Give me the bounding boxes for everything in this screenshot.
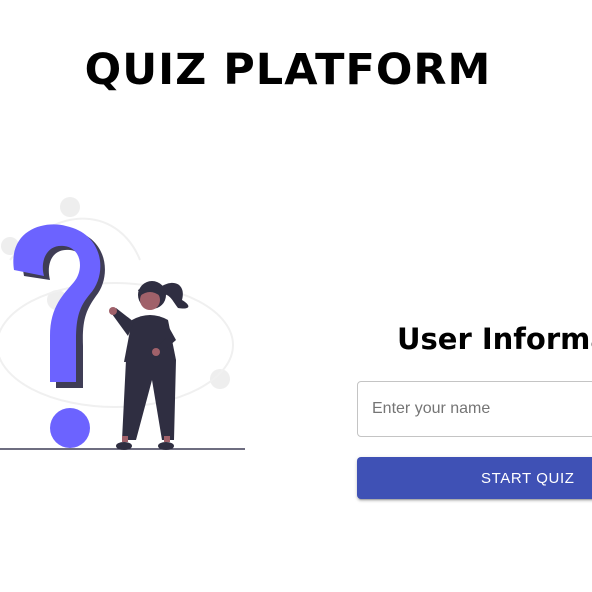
start-quiz-button[interactable]: START QUIZ [357, 457, 592, 499]
quiz-landing-page: QUIZ PLATFORM User Inform Enter your nam… [0, 0, 592, 592]
question-mark-person-illustration [0, 197, 245, 450]
user-information-form: User Information START QUIZ [357, 318, 592, 499]
app-title: QUIZ PLATFORM [84, 45, 492, 95]
name-input[interactable] [357, 381, 592, 437]
form-heading: User Information [397, 322, 592, 356]
